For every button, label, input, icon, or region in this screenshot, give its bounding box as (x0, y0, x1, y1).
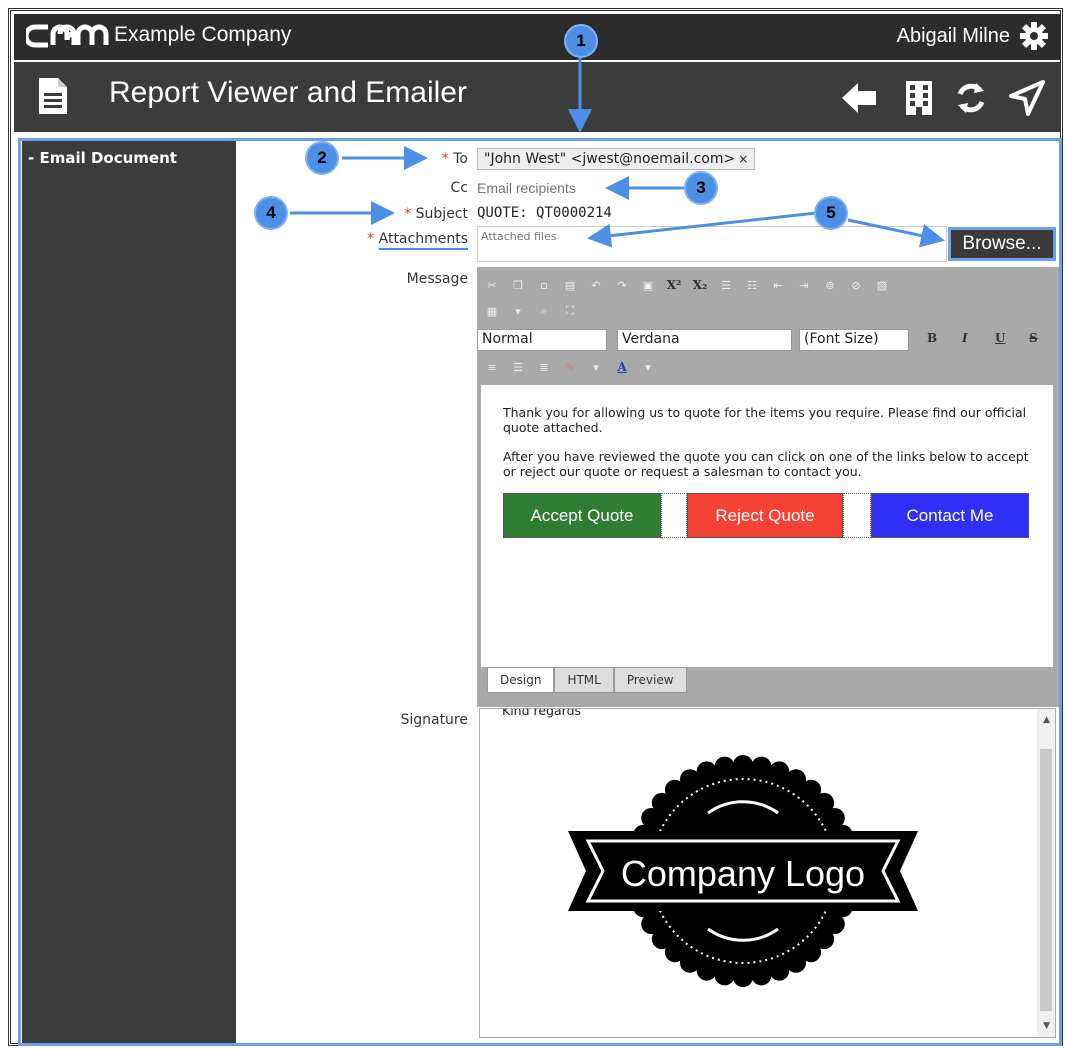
font-family-select[interactable]: Verdana (617, 329, 792, 351)
back-arrow-icon[interactable] (840, 80, 878, 116)
signature-label: Signature (400, 712, 468, 728)
company-logo-seal: Company Logo (568, 755, 918, 987)
redo-icon[interactable]: ↷ (611, 275, 633, 295)
cut-icon[interactable]: ✂ (481, 275, 503, 295)
message-paragraph-1: Thank you for allowing us to quote for t… (503, 405, 1027, 435)
refresh-icon[interactable] (952, 80, 990, 116)
highlight-dropdown-icon[interactable]: ▾ (585, 357, 607, 377)
user-name[interactable]: Abigail Milne (897, 25, 1010, 48)
send-icon[interactable] (1007, 80, 1045, 116)
highlight-color-icon[interactable]: ✎ (559, 357, 581, 377)
scroll-down-icon[interactable]: ▼ (1043, 1021, 1050, 1031)
image-icon[interactable]: ▨ (871, 275, 893, 295)
accept-quote-button[interactable]: Accept Quote (503, 493, 661, 538)
browse-button[interactable]: Browse... (948, 227, 1056, 261)
to-recipient-chip[interactable]: "John West" <jwest@noemail.com> × (477, 148, 756, 170)
callout-2: 2 (305, 141, 339, 175)
cc-input[interactable] (477, 178, 677, 198)
bold-button[interactable]: B (927, 331, 937, 345)
font-color-dropdown-icon[interactable]: ▾ (637, 357, 659, 377)
top-bar: Example Company Abigail Milne (14, 14, 1060, 60)
document-icon (39, 78, 67, 114)
font-size-select[interactable]: (Font Size) (799, 329, 909, 351)
spellcheck-icon[interactable]: ▣ (637, 275, 659, 295)
align-center-icon[interactable]: ☰ (507, 357, 529, 377)
fullscreen-icon[interactable]: ⛶ (559, 301, 581, 321)
ordered-list-icon[interactable]: ☰ (715, 275, 737, 295)
find-icon[interactable]: ⌕ (533, 301, 555, 321)
reject-quote-button[interactable]: Reject Quote (687, 493, 843, 538)
editor-mode-tabs: Design HTML Preview (487, 667, 687, 693)
table-icon[interactable]: ▦ (481, 301, 503, 321)
message-label: Message (406, 271, 468, 287)
tab-preview[interactable]: Preview (613, 667, 687, 693)
button-spacer (843, 493, 871, 538)
italic-button[interactable]: I (962, 331, 968, 345)
tab-html[interactable]: HTML (554, 667, 614, 693)
to-label: * To (441, 151, 468, 167)
editor-toolbar-row-1: ✂ ❐ ▫ ▤ ↶ ↷ ▣ X² X₂ ☰ ☷ ⇤ ⇥ ⊚ ⊘ ▨ (481, 273, 897, 297)
callout-5: 5 (814, 196, 848, 230)
editor-toolbar-row-2: ▦ ▾ ⌕ ⛶ (481, 299, 585, 323)
callout-3: 3 (684, 171, 718, 205)
signature-editor[interactable]: Kind regards Company Logo ▲ ▼ (479, 708, 1056, 1038)
superscript-icon[interactable]: X² (663, 275, 685, 295)
title-bar: Report Viewer and Emailer (14, 62, 1060, 132)
table-dropdown-icon[interactable]: ▾ (507, 301, 529, 321)
building-icon[interactable] (900, 80, 938, 116)
message-body[interactable]: Thank you for allowing us to quote for t… (481, 385, 1053, 667)
subject-label: * Subject (404, 206, 468, 222)
remove-recipient-icon[interactable]: × (738, 152, 748, 166)
unlink-icon[interactable]: ⊘ (845, 275, 867, 295)
scroll-thumb[interactable] (1040, 749, 1052, 1011)
paste-icon[interactable]: ▫ (533, 275, 555, 295)
crm-logo-icon (26, 24, 109, 48)
unordered-list-icon[interactable]: ☷ (741, 275, 763, 295)
tab-design[interactable]: Design (487, 667, 555, 693)
attachments-field[interactable]: Attached files (477, 226, 947, 262)
subscript-icon[interactable]: X₂ (689, 275, 711, 295)
button-spacer (661, 493, 687, 538)
signature-text: Kind regards (502, 708, 582, 718)
copy-icon[interactable]: ❐ (507, 275, 529, 295)
align-left-icon[interactable]: ≡ (481, 357, 503, 377)
callout-1: 1 (564, 24, 598, 58)
paragraph-style-select[interactable]: Normal (477, 329, 607, 351)
subject-field[interactable]: QUOTE: QT0000214 (477, 205, 612, 221)
logo-text: Company Logo (621, 853, 865, 894)
editor-toolbar-row-4: ≡ ☰ ≣ ✎ ▾ A ▾ (481, 355, 663, 379)
underline-button[interactable]: U (995, 331, 1005, 345)
align-right-icon[interactable]: ≣ (533, 357, 555, 377)
message-editor: ✂ ❐ ▫ ▤ ↶ ↷ ▣ X² X₂ ☰ ☷ ⇤ ⇥ ⊚ ⊘ ▨ ▦ ▾ ⌕ … (477, 267, 1059, 707)
indent-icon[interactable]: ⇥ (793, 275, 815, 295)
outdent-icon[interactable]: ⇤ (767, 275, 789, 295)
gear-icon[interactable] (1018, 20, 1050, 52)
strikethrough-button[interactable]: S (1029, 331, 1038, 345)
contact-me-button[interactable]: Contact Me (871, 493, 1029, 538)
link-icon[interactable]: ⊚ (819, 275, 841, 295)
company-name: Example Company (114, 23, 292, 46)
message-paragraph-2: After you have reviewed the quote you ca… (503, 449, 1029, 479)
to-recipient-text: "John West" <jwest@noemail.com> (484, 151, 736, 167)
attachments-label: * Attachments (367, 231, 468, 247)
attachments-placeholder: Attached files (481, 230, 557, 243)
paste-text-icon[interactable]: ▤ (559, 275, 581, 295)
signature-scrollbar[interactable]: ▲ ▼ (1037, 709, 1055, 1037)
page-title: Report Viewer and Emailer (109, 76, 467, 109)
cc-label: Cc (450, 180, 468, 196)
font-color-icon[interactable]: A (611, 357, 633, 377)
undo-icon[interactable]: ↶ (585, 275, 607, 295)
scroll-up-icon[interactable]: ▲ (1043, 715, 1050, 725)
callout-4: 4 (254, 196, 288, 230)
